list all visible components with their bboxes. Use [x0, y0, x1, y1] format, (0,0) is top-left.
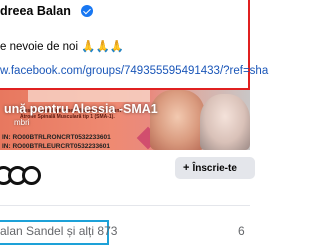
verified-badge-icon — [81, 5, 93, 17]
post-link[interactable]: w.facebook.com/groups/749355595491433/?r… — [0, 65, 268, 77]
banner-iban-2: IN: RO00BTRLEURCRT0532233601 — [2, 143, 111, 150]
banner-iban-1: IN: RO00BTRLRONCRT0532233601 — [2, 134, 111, 141]
child-photo — [200, 94, 250, 150]
group-members-label: mbri — [14, 118, 30, 127]
avatar — [22, 166, 41, 185]
join-button-label: Înscrie-te — [192, 163, 237, 174]
join-group-button[interactable]: + Înscrie-te — [175, 157, 255, 179]
plus-icon: + — [183, 162, 190, 174]
banner-header-strip — [28, 90, 150, 102]
group-title[interactable]: ună pentru Alessia -SMA1 — [4, 102, 158, 116]
comment-count[interactable]: 6 — [238, 224, 245, 238]
child-photo — [150, 90, 205, 150]
post-author-name[interactable]: dreea Balan — [0, 4, 71, 22]
group-cover-image[interactable]: Alessia poartă pe umeri diagnosticul cru… — [0, 90, 250, 150]
post-text: e nevoie de noi 🙏🙏🙏 — [0, 41, 125, 53]
reactions-summary[interactable]: alan Sandel și alți 873 — [0, 224, 117, 238]
divider — [0, 205, 250, 206]
